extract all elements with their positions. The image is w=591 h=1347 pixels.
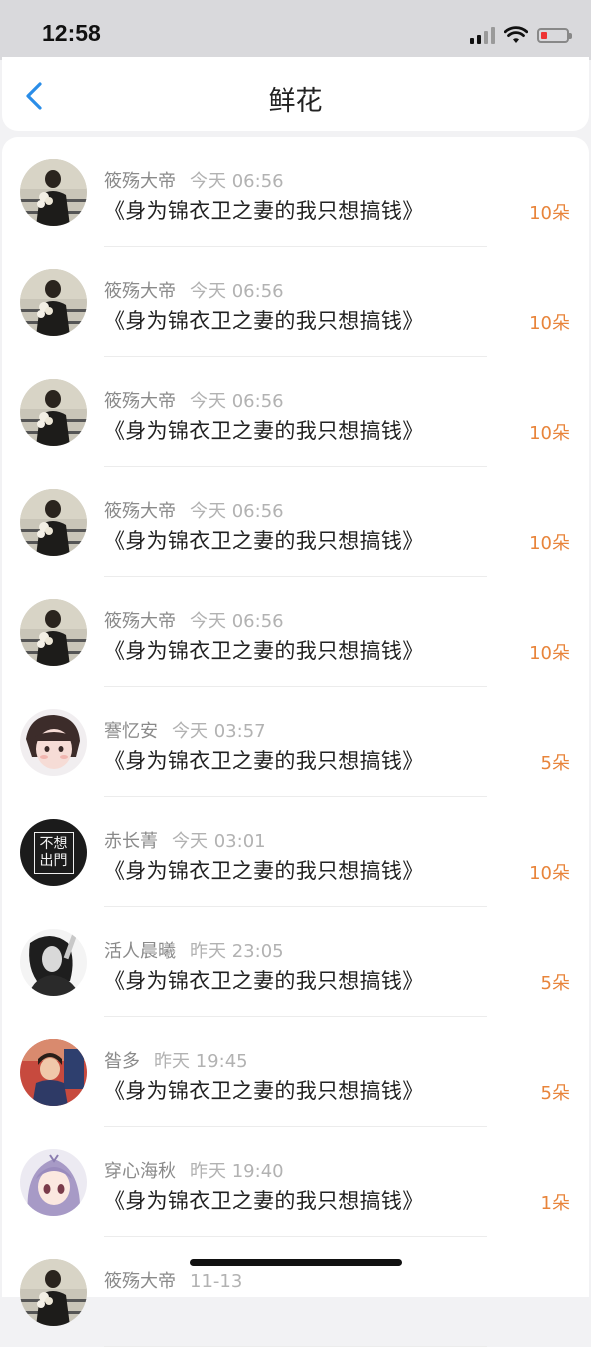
book-title: 《身为锦衣卫之妻的我只想搞钱》	[104, 969, 424, 993]
user-name[interactable]: 赤长菁	[104, 831, 158, 852]
user-meta: 昝多 昨天 19:45	[104, 1047, 248, 1073]
avatar[interactable]	[20, 1259, 87, 1326]
flower-count: 10朵	[529, 423, 570, 444]
flower-gift-list: 筱殇大帝 今天 06:56 《身为锦衣卫之妻的我只想搞钱》 10朵 筱殇大帝 今天 06:…	[2, 137, 589, 1347]
user-name[interactable]: 筱殇大帝	[104, 281, 176, 302]
avatar[interactable]: 不想 出門	[20, 819, 87, 886]
book-title: 《身为锦衣卫之妻的我只想搞钱》	[104, 859, 424, 883]
avatar[interactable]	[20, 379, 87, 446]
flower-count: 10朵	[529, 203, 570, 224]
user-name[interactable]: 謇忆安	[104, 721, 158, 742]
list-item[interactable]: 昝多 昨天 19:45 《身为锦衣卫之妻的我只想搞钱》 5朵	[2, 1017, 589, 1127]
user-meta: 筱殇大帝 11-13	[104, 1267, 242, 1293]
avatar[interactable]	[20, 1039, 87, 1106]
book-title: 《身为锦衣卫之妻的我只想搞钱》	[104, 749, 424, 773]
flower-count: 5朵	[540, 1083, 570, 1104]
flower-count: 10朵	[529, 533, 570, 554]
battery-icon	[537, 27, 572, 43]
flower-count: 1朵	[540, 1193, 570, 1214]
user-meta: 謇忆安 今天 03:57	[104, 717, 266, 743]
gift-time: 今天 06:56	[190, 391, 284, 412]
avatar[interactable]	[20, 269, 87, 336]
flower-count: 5朵	[540, 973, 570, 994]
gift-time: 昨天 19:45	[154, 1051, 248, 1072]
status-icons	[470, 24, 572, 46]
gift-time: 今天 03:01	[172, 831, 266, 852]
status-time: 12:58	[42, 20, 101, 46]
gift-time: 今天 03:57	[172, 721, 266, 742]
list-item[interactable]: 不想 出門 赤长菁 今天 03:01 《身为锦衣卫之妻的我只想搞钱》 10朵	[2, 797, 589, 907]
user-meta: 筱殇大帝 今天 06:56	[104, 497, 284, 523]
user-name[interactable]: 筱殇大帝	[104, 171, 176, 192]
book-title: 《身为锦衣卫之妻的我只想搞钱》	[104, 639, 424, 663]
flower-count: 10朵	[529, 313, 570, 334]
list-item[interactable]: 謇忆安 今天 03:57 《身为锦衣卫之妻的我只想搞钱》 5朵	[2, 687, 589, 797]
user-meta: 筱殇大帝 今天 06:56	[104, 387, 284, 413]
status-bar: 12:58	[0, 0, 591, 60]
page-title: 鲜花	[268, 86, 323, 117]
book-title: 《身为锦衣卫之妻的我只想搞钱》	[104, 309, 424, 333]
book-title: 《身为锦衣卫之妻的我只想搞钱》	[104, 1189, 424, 1213]
user-name[interactable]: 活人晨曦	[104, 941, 176, 962]
user-meta: 活人晨曦 昨天 23:05	[104, 937, 284, 963]
flower-count: 5朵	[540, 753, 570, 774]
avatar[interactable]	[20, 159, 87, 226]
avatar[interactable]	[20, 709, 87, 776]
nav-bar: 鲜花	[2, 57, 589, 131]
user-name[interactable]: 筱殇大帝	[104, 1271, 176, 1292]
list-item[interactable]: 筱殇大帝 今天 06:56 《身为锦衣卫之妻的我只想搞钱》 10朵	[2, 247, 589, 357]
user-name[interactable]: 筱殇大帝	[104, 391, 176, 412]
avatar-text-line: 不想	[39, 835, 68, 852]
user-meta: 筱殇大帝 今天 06:56	[104, 167, 284, 193]
list-item[interactable]: 筱殇大帝 今天 06:56 《身为锦衣卫之妻的我只想搞钱》 10朵	[2, 357, 589, 467]
list-item[interactable]: 筱殇大帝 11-13	[2, 1237, 589, 1347]
home-indicator[interactable]	[190, 1259, 402, 1266]
avatar[interactable]	[20, 929, 87, 996]
gift-time: 今天 06:56	[190, 611, 284, 632]
signal-icon	[470, 26, 495, 44]
flower-count: 10朵	[529, 863, 570, 884]
user-name[interactable]: 筱殇大帝	[104, 501, 176, 522]
avatar[interactable]	[20, 599, 87, 666]
gift-time: 今天 06:56	[190, 281, 284, 302]
avatar-text-line: 出門	[39, 852, 68, 869]
list-item[interactable]: 活人晨曦 昨天 23:05 《身为锦衣卫之妻的我只想搞钱》 5朵	[2, 907, 589, 1017]
user-meta: 筱殇大帝 今天 06:56	[104, 607, 284, 633]
user-meta: 赤长菁 今天 03:01	[104, 827, 266, 853]
gift-time: 今天 06:56	[190, 171, 284, 192]
avatar[interactable]	[20, 489, 87, 556]
book-title: 《身为锦衣卫之妻的我只想搞钱》	[104, 529, 424, 553]
book-title: 《身为锦衣卫之妻的我只想搞钱》	[104, 199, 424, 223]
user-meta: 筱殇大帝 今天 06:56	[104, 277, 284, 303]
list-item[interactable]: 筱殇大帝 今天 06:56 《身为锦衣卫之妻的我只想搞钱》 10朵	[2, 577, 589, 687]
flower-count: 10朵	[529, 643, 570, 664]
avatar[interactable]	[20, 1149, 87, 1216]
gift-time: 昨天 19:40	[190, 1161, 284, 1182]
list-item[interactable]: 筱殇大帝 今天 06:56 《身为锦衣卫之妻的我只想搞钱》 10朵	[2, 467, 589, 577]
list-item[interactable]: 穿心海秋 昨天 19:40 《身为锦衣卫之妻的我只想搞钱》 1朵	[2, 1127, 589, 1237]
gift-time: 昨天 23:05	[190, 941, 284, 962]
gift-time: 今天 06:56	[190, 501, 284, 522]
book-title: 《身为锦衣卫之妻的我只想搞钱》	[104, 419, 424, 443]
wifi-icon	[504, 26, 528, 43]
list-item[interactable]: 筱殇大帝 今天 06:56 《身为锦衣卫之妻的我只想搞钱》 10朵	[2, 137, 589, 247]
user-name[interactable]: 筱殇大帝	[104, 611, 176, 632]
gift-time: 11-13	[190, 1271, 243, 1292]
book-title: 《身为锦衣卫之妻的我只想搞钱》	[104, 1079, 424, 1103]
user-name[interactable]: 昝多	[104, 1051, 140, 1072]
user-name[interactable]: 穿心海秋	[104, 1161, 176, 1182]
user-meta: 穿心海秋 昨天 19:40	[104, 1157, 284, 1183]
